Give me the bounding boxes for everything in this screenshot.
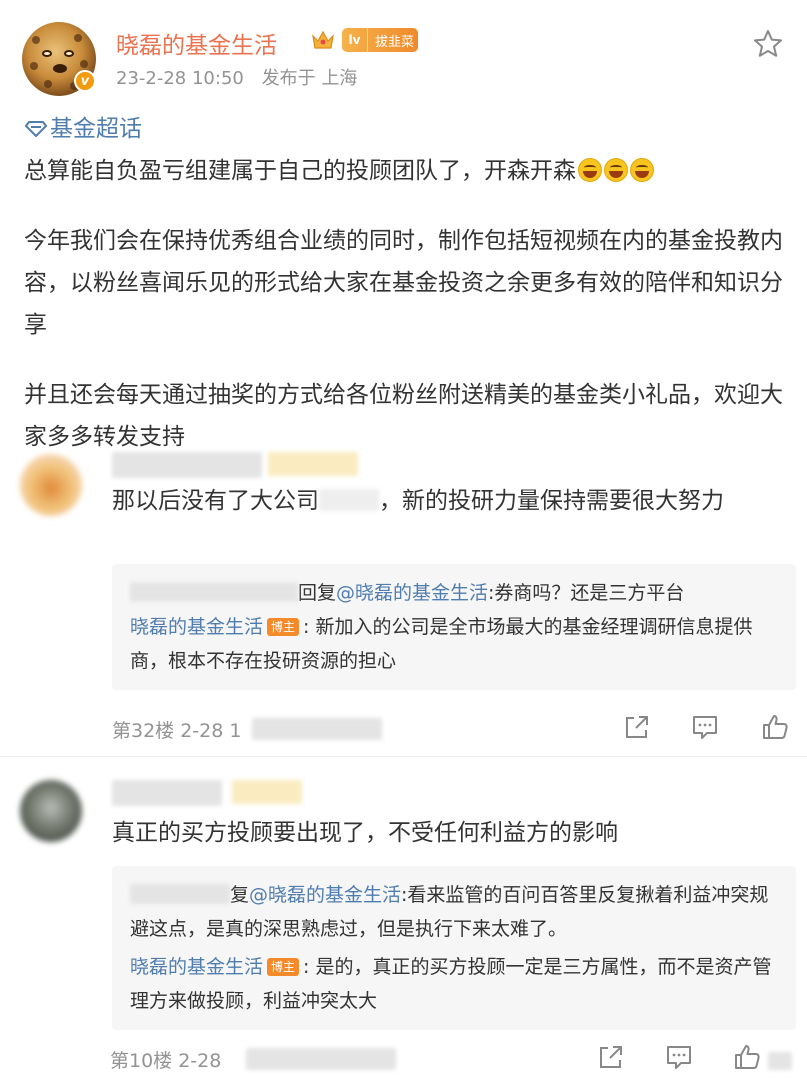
share-icon[interactable] bbox=[596, 1042, 626, 1072]
post-paragraph-1-text: 总算能自负盈亏组建属于自己的投顾团队了，开森开森 bbox=[24, 158, 576, 184]
post-body: 基金超话 总算能自负盈亏组建属于自己的投顾团队了，开森开森 今年我们会在保持优秀… bbox=[24, 108, 786, 458]
reply-line: 晓磊的基金生活 博主: 新加入的公司是全市场最大的基金经理调研信息提供商，根本不存… bbox=[130, 610, 778, 678]
reply-line: 复@晓磊的基金生活:看来监管的百问百答里反复揪着利益冲突规避这点，是真的深思熟虑… bbox=[130, 878, 778, 946]
floor-label: 第10楼 2-28 bbox=[110, 1050, 222, 1072]
floor-label: 第32楼 2-28 1 bbox=[112, 720, 242, 742]
comment-text-part: ，新的投研力量保持需要很大努力 bbox=[379, 488, 724, 514]
commenter-avatar[interactable] bbox=[20, 454, 82, 516]
laugh-emoji-icon bbox=[604, 158, 628, 182]
share-icon[interactable] bbox=[622, 712, 652, 742]
topic-label: 基金超话 bbox=[50, 116, 142, 142]
post-header: v 晓磊的基金生活 lv 拔韭菜 23-2-28 10:50 发布于 上海 bbox=[0, 0, 807, 110]
comment-footer: 第10楼 2-28 bbox=[110, 1038, 800, 1078]
super-topic-icon bbox=[25, 121, 47, 137]
post-location: 发布于 上海 bbox=[261, 68, 358, 89]
comment-item: 那以后没有了大公司 ，新的投研力量保持需要很大努力 回复@晓磊的基金生活:券商吗？… bbox=[0, 440, 807, 756]
reply-box[interactable]: 复@晓磊的基金生活:看来监管的百问百答里反复揪着利益冲突规避这点，是真的深思熟虑… bbox=[112, 866, 796, 1030]
verified-icon: v bbox=[74, 70, 96, 92]
time-blurred bbox=[252, 718, 382, 740]
topic-link[interactable]: 基金超话 bbox=[24, 108, 786, 150]
laugh-emoji-icon bbox=[578, 158, 602, 182]
like-count-blurred bbox=[768, 1052, 792, 1070]
like-icon[interactable] bbox=[760, 712, 790, 742]
laugh-emoji-icon bbox=[630, 158, 654, 182]
reply-prefix: 复 bbox=[230, 884, 250, 906]
author-reply-name[interactable]: 晓磊的基金生活 bbox=[130, 956, 263, 978]
blogger-badge: 博主 bbox=[267, 618, 300, 636]
comment-text-part: 那以后没有了大公司 bbox=[112, 488, 319, 514]
comment-text: 真正的买方投顾要出现了，不受任何利益方的影响 bbox=[112, 820, 618, 846]
commenter-name-blurred bbox=[112, 452, 262, 478]
comment-icon[interactable] bbox=[690, 712, 720, 742]
post-date: 23-2-28 10:50 bbox=[116, 68, 244, 89]
comment-icon[interactable] bbox=[664, 1042, 694, 1072]
redacted-text bbox=[319, 489, 379, 511]
favorite-star-icon[interactable] bbox=[752, 28, 784, 60]
replier-name-blurred bbox=[130, 884, 230, 904]
commenter-avatar[interactable] bbox=[20, 780, 82, 842]
fan-tag-badge[interactable]: lv 拔韭菜 bbox=[342, 28, 418, 52]
post-paragraph-2: 今年我们会在保持优秀组合业绩的同时，制作包括短视频在内的基金投教内容，以粉丝喜闻… bbox=[24, 228, 783, 338]
crown-icon bbox=[312, 30, 334, 49]
comment-text: 那以后没有了大公司 ，新的投研力量保持需要很大努力 bbox=[112, 482, 792, 520]
post-meta: 23-2-28 10:50 发布于 上海 bbox=[116, 64, 357, 90]
mention-link[interactable]: @晓磊的基金生活 bbox=[249, 884, 401, 906]
comment-item: 真正的买方投顾要出现了，不受任何利益方的影响 复@晓磊的基金生活:看来监管的百问… bbox=[0, 762, 807, 1080]
blogger-badge: 博主 bbox=[267, 958, 300, 976]
fan-tag-label: 拔韭菜 bbox=[375, 34, 415, 50]
reply-line: 回复@晓磊的基金生活:券商吗？还是三方平台 bbox=[130, 576, 778, 610]
comment-footer: 第32楼 2-28 1 bbox=[112, 708, 802, 748]
time-blurred bbox=[246, 1048, 396, 1070]
reply-line: 晓磊的基金生活 博主: 是的，真正的买方投顾一定是三方属性，而不是资产管理方来做投… bbox=[130, 950, 778, 1018]
commenter-name-blurred bbox=[112, 780, 222, 806]
commenter-badge-blurred bbox=[232, 780, 302, 804]
like-icon[interactable] bbox=[732, 1042, 762, 1072]
commenter-badge-blurred bbox=[268, 452, 358, 476]
author-name[interactable]: 晓磊的基金生活 bbox=[116, 26, 277, 60]
reply-text: :券商吗？还是三方平台 bbox=[488, 582, 685, 604]
reply-prefix: 回复 bbox=[298, 582, 337, 604]
reply-box[interactable]: 回复@晓磊的基金生活:券商吗？还是三方平台 晓磊的基金生活 博主: 新加入的公司是… bbox=[112, 564, 796, 690]
post-paragraph-1: 总算能自负盈亏组建属于自己的投顾团队了，开森开森 bbox=[24, 150, 786, 192]
level-badge: lv bbox=[342, 28, 368, 52]
comment-divider bbox=[0, 756, 807, 757]
author-reply-name[interactable]: 晓磊的基金生活 bbox=[130, 616, 263, 638]
mention-link[interactable]: @晓磊的基金生活 bbox=[336, 582, 488, 604]
replier-name-blurred bbox=[130, 582, 298, 602]
